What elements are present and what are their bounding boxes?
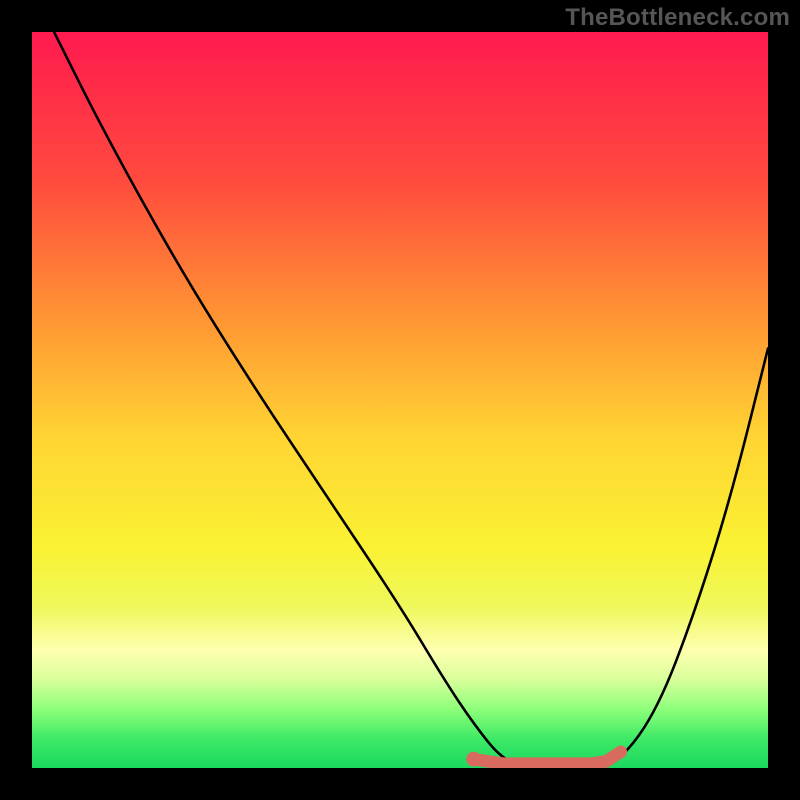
optimal-band-line <box>474 752 621 764</box>
plot-area <box>32 32 768 768</box>
chart-frame: TheBottleneck.com <box>0 0 800 800</box>
attribution-label: TheBottleneck.com <box>565 4 790 32</box>
optimal-band-marker <box>466 752 621 767</box>
chart-svg <box>32 32 768 768</box>
bottleneck-curve <box>54 32 768 768</box>
